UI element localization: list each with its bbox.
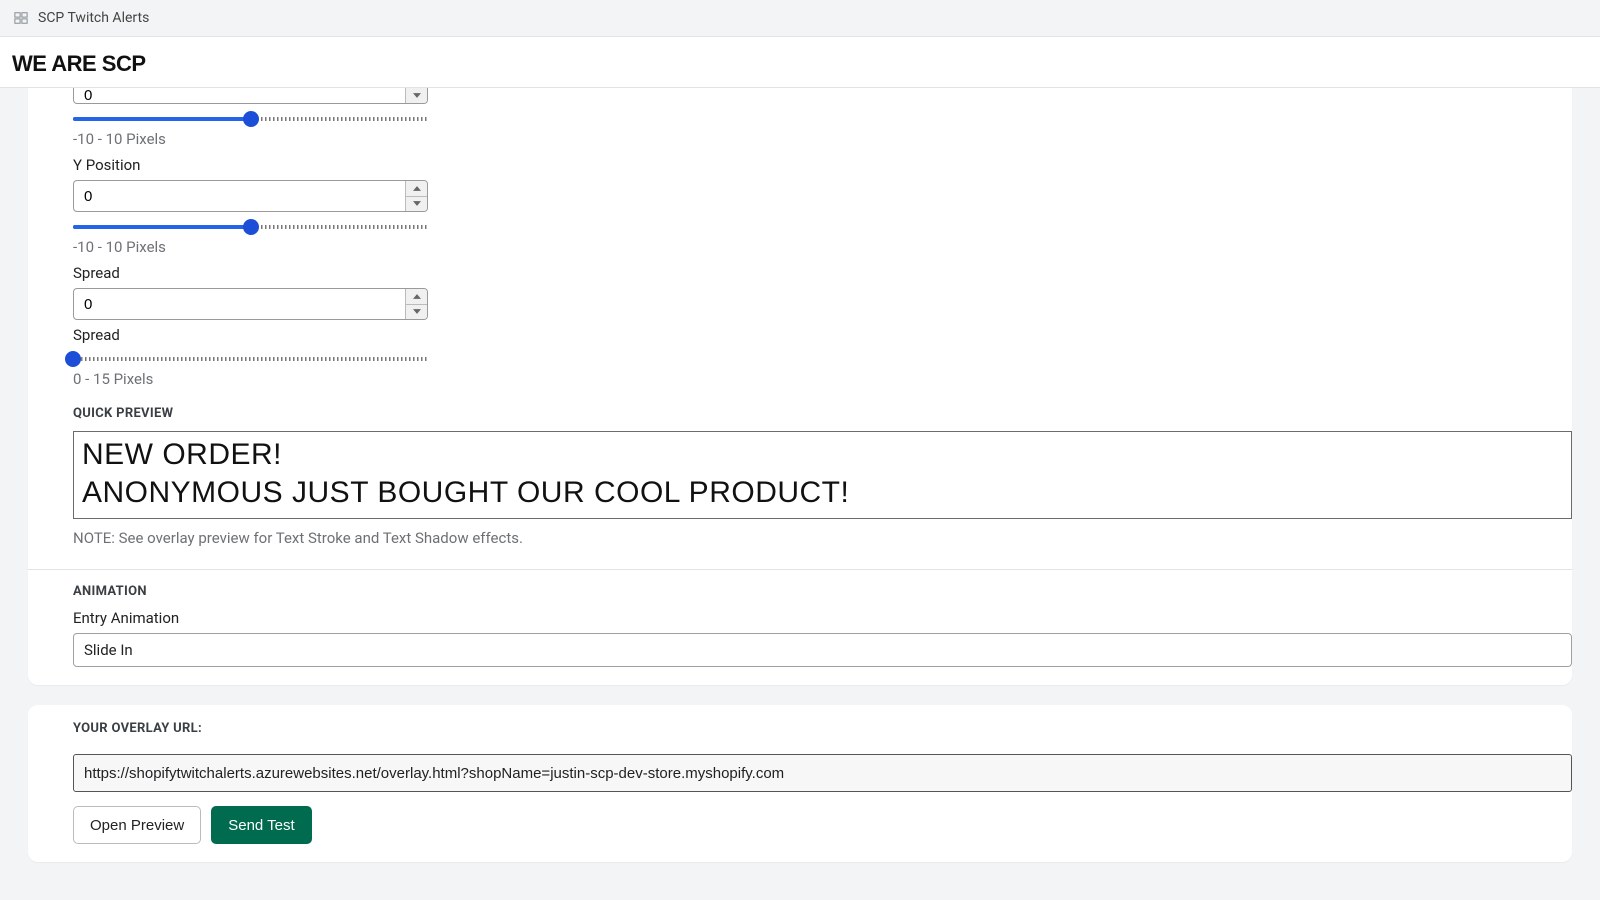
- quick-preview-title: QUICK PREVIEW: [73, 406, 1572, 421]
- app-title: SCP Twitch Alerts: [38, 10, 149, 26]
- spread-decrement[interactable]: [406, 304, 427, 320]
- spread-label: Spread: [73, 264, 1572, 282]
- x-position-slider-thumb[interactable]: [243, 111, 259, 127]
- x-position-range: -10 - 10 Pixels: [73, 130, 1572, 148]
- x-position-decrement[interactable]: [406, 88, 427, 103]
- spread-increment[interactable]: [406, 289, 427, 304]
- y-position-slider-thumb[interactable]: [243, 219, 259, 235]
- spread-slider-thumb[interactable]: [65, 351, 81, 367]
- overlay-url-input[interactable]: [73, 754, 1572, 792]
- overlay-url-title: YOUR OVERLAY URL:: [73, 721, 1572, 736]
- divider: [28, 569, 1572, 570]
- spread-field: Spread Spread 0 - 15 Pixels: [28, 264, 1572, 388]
- entry-animation-label: Entry Animation: [73, 609, 1572, 627]
- app-icon: [14, 11, 28, 25]
- y-position-label: Y Position: [73, 156, 1572, 174]
- preview-note: NOTE: See overlay preview for Text Strok…: [73, 529, 1572, 547]
- entry-animation-value: Slide In: [84, 641, 133, 659]
- animation-title: ANIMATION: [73, 584, 1572, 599]
- x-position-slider[interactable]: [73, 114, 428, 124]
- quick-preview-box: NEW ORDER! ANONYMOUS JUST BOUGHT OUR COO…: [73, 431, 1572, 519]
- x-position-stepper[interactable]: [73, 88, 428, 104]
- spread-slider[interactable]: [73, 354, 428, 364]
- y-position-range: -10 - 10 Pixels: [73, 238, 1572, 256]
- entry-animation-select[interactable]: Slide In: [73, 633, 1572, 667]
- titlebar: SCP Twitch Alerts: [0, 0, 1600, 37]
- spread-label-2: Spread: [73, 326, 1572, 344]
- y-position-input[interactable]: [74, 181, 405, 211]
- y-position-increment[interactable]: [406, 181, 427, 196]
- y-position-stepper[interactable]: [73, 180, 428, 212]
- y-position-field: Y Position -10 - 10 Pixels: [28, 156, 1572, 256]
- y-position-slider[interactable]: [73, 222, 428, 232]
- preview-line-2: ANONYMOUS JUST BOUGHT OUR COOL PRODUCT!: [82, 476, 1563, 510]
- x-position-input[interactable]: [74, 88, 405, 103]
- overlay-url-panel: YOUR OVERLAY URL: Open Preview Send Test: [28, 705, 1572, 862]
- x-position-field: -10 - 10 Pixels: [28, 88, 1572, 148]
- y-position-decrement[interactable]: [406, 196, 427, 212]
- open-preview-button[interactable]: Open Preview: [73, 806, 201, 844]
- spread-input[interactable]: [74, 289, 405, 319]
- brand-logo: WE ARE SCP: [12, 51, 1588, 77]
- spread-stepper[interactable]: [73, 288, 428, 320]
- settings-panel: -10 - 10 Pixels Y Position -10 - 10 Pixe…: [28, 88, 1572, 685]
- spread-range: 0 - 15 Pixels: [73, 370, 1572, 388]
- brand-bar: WE ARE SCP: [0, 37, 1600, 88]
- send-test-button[interactable]: Send Test: [211, 806, 311, 844]
- preview-line-1: NEW ORDER!: [82, 438, 1563, 472]
